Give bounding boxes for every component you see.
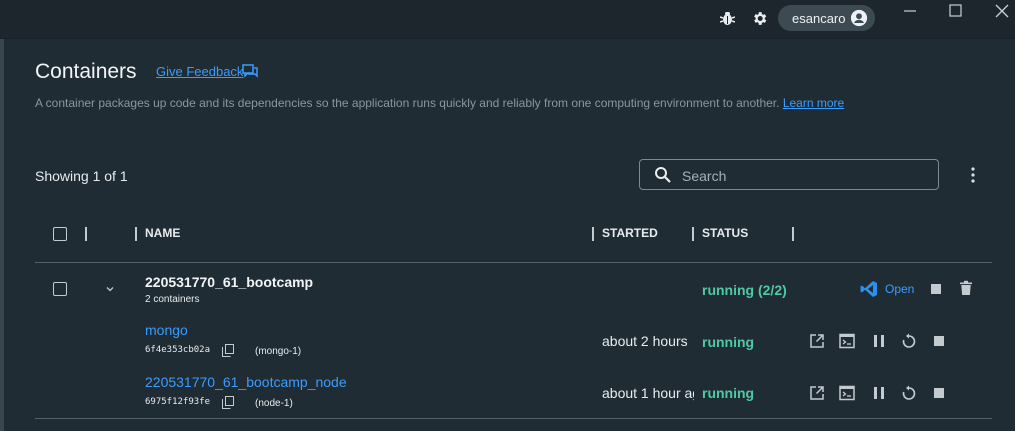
chevron-down-icon[interactable] [104,283,116,295]
column-header-status[interactable]: STATUS [702,226,748,240]
account-icon [850,9,868,27]
terminal-icon[interactable] [839,385,855,401]
pause-icon[interactable] [871,333,887,349]
column-separator[interactable] [692,227,694,241]
service-name: (node-1) [255,398,293,409]
sidebar-edge [0,39,4,431]
table-bottom-divider [35,418,992,419]
maximize-icon[interactable] [949,4,962,17]
description-text: A container packages up code and its dep… [35,96,780,110]
user-account-button[interactable]: esancaro [778,5,875,31]
column-separator[interactable] [792,227,794,241]
search-box[interactable] [639,159,939,190]
search-icon [655,167,671,183]
title-bar: esancaro [0,0,1015,39]
give-feedback-link[interactable]: Give Feedback [156,64,243,79]
minimize-icon[interactable] [903,4,917,18]
started-time: about 2 hours [602,333,688,349]
search-input[interactable] [680,164,924,188]
container-id: 6975f12f93fe [145,397,211,407]
vscode-icon[interactable] [860,280,878,298]
more-options-icon[interactable] [967,166,979,184]
gear-icon[interactable] [751,10,768,27]
page-description: A container packages up code and its dep… [35,96,844,110]
container-id: 6f4e353cb02a [145,345,211,355]
container-status: running [702,385,755,401]
restart-icon[interactable] [901,333,917,349]
learn-more-link[interactable]: Learn more [783,96,844,110]
column-separator[interactable] [85,227,87,241]
bug-icon[interactable] [720,10,735,26]
container-name-link[interactable]: 220531770_61_bootcamp_node [145,374,347,390]
close-icon[interactable] [995,4,1009,18]
column-separator[interactable] [592,227,594,241]
column-header-name[interactable]: NAME [145,226,180,240]
column-header-started[interactable]: STARTED [602,226,658,240]
pause-icon[interactable] [871,385,887,401]
results-count: Showing 1 of 1 [35,168,128,184]
username: esancaro [792,10,846,26]
select-all-checkbox[interactable] [53,227,67,241]
open-in-browser-icon[interactable] [809,333,825,349]
container-name-link[interactable]: mongo [145,322,188,338]
terminal-icon[interactable] [839,333,855,349]
container-status: running [702,334,755,350]
copy-icon[interactable] [222,344,234,357]
stop-icon[interactable] [932,334,946,348]
restart-icon[interactable] [901,385,917,401]
group-name[interactable]: 220531770_61_bootcamp [145,274,313,290]
stop-icon[interactable] [929,282,943,296]
trash-icon[interactable] [958,280,974,296]
group-status: running (2/2) [702,282,787,298]
group-subtitle: 2 containers [145,294,200,305]
page-title: Containers [35,60,137,83]
group-checkbox[interactable] [53,282,67,296]
column-separator[interactable] [135,227,137,241]
service-name: (mongo-1) [255,346,302,357]
feedback-icon[interactable] [242,63,258,79]
stop-icon[interactable] [932,386,946,400]
open-in-browser-icon[interactable] [809,385,825,401]
header-divider [35,262,992,263]
copy-icon[interactable] [222,396,234,409]
started-time: about 1 hour ago [602,385,694,401]
open-in-vscode-button[interactable]: Open [885,282,914,296]
